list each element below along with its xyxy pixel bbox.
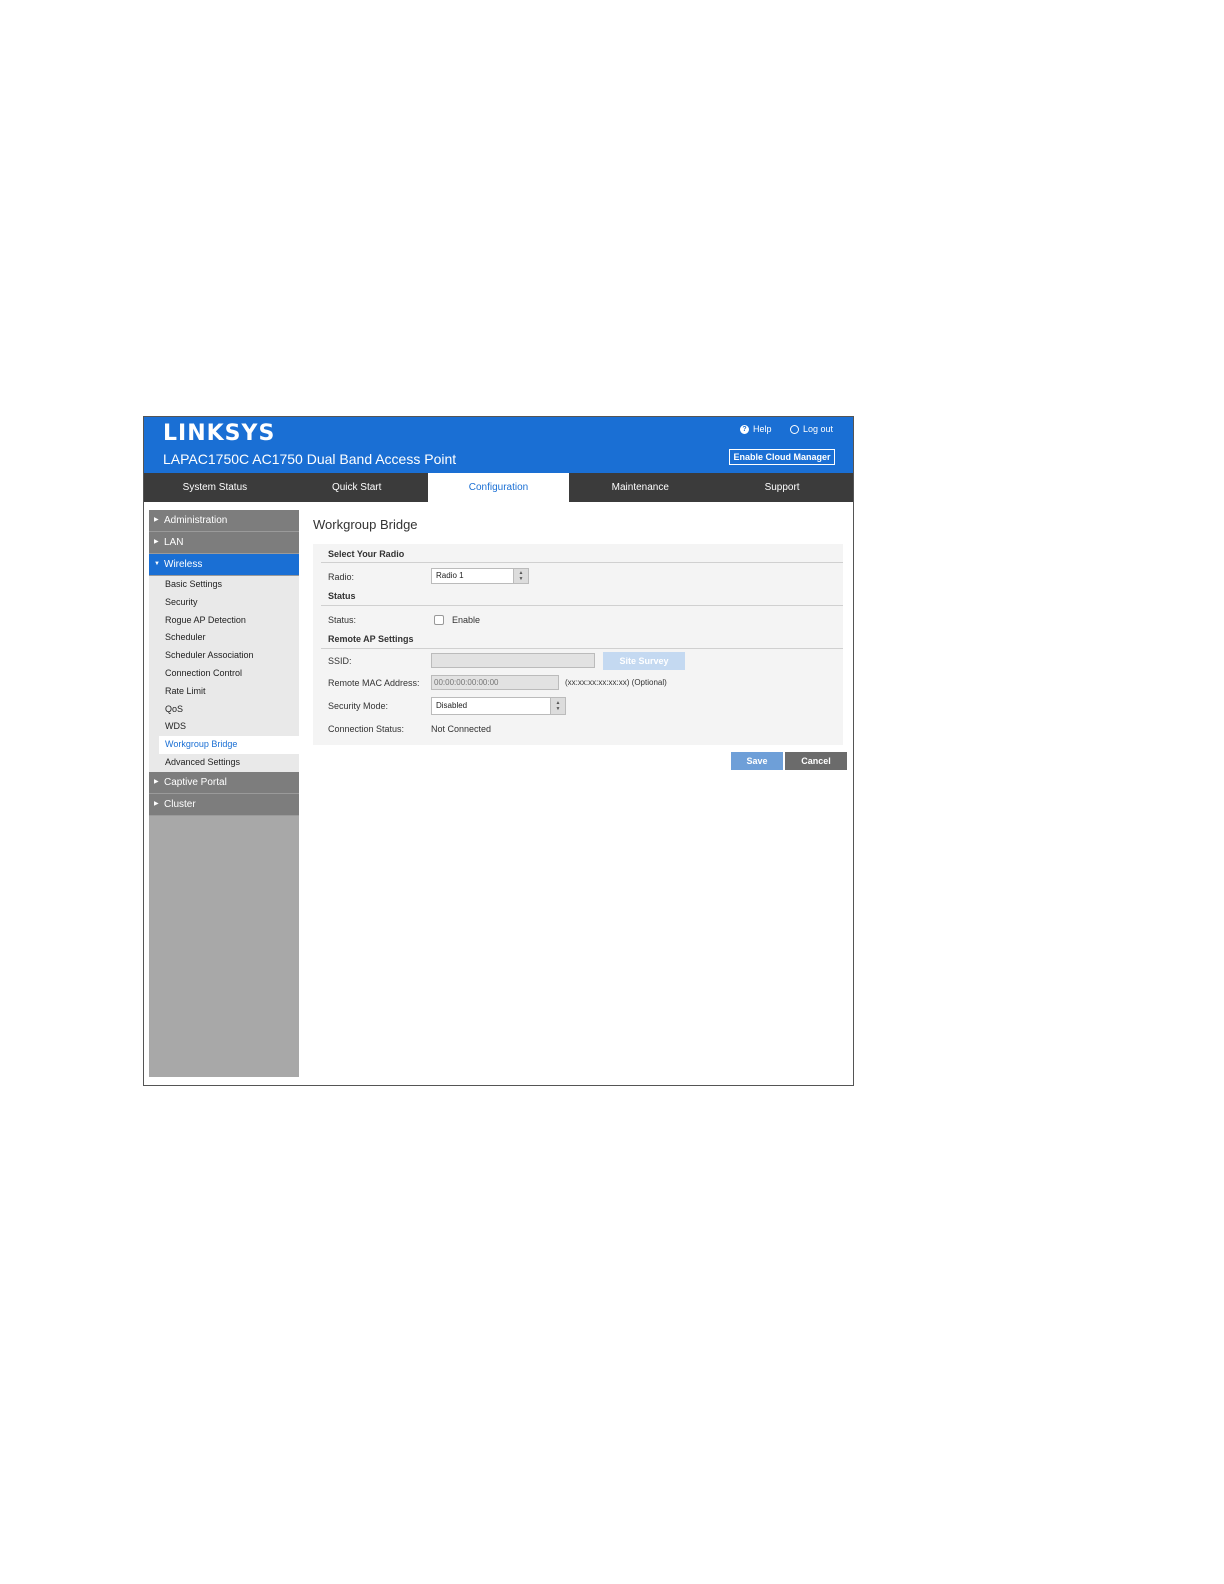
sidebar-item-scheduler-association[interactable]: Scheduler Association (149, 647, 299, 665)
connection-status-label: Connection Status: (328, 724, 405, 734)
divider (321, 648, 843, 649)
connection-status-value: Not Connected (431, 724, 492, 734)
spinner-arrows-icon: ▲ ▼ (513, 569, 528, 583)
sidebar-item-advanced-settings[interactable]: Advanced Settings (149, 754, 299, 772)
sidebar-group-captive-portal[interactable]: ▶ Captive Portal (149, 771, 299, 794)
enable-label: Enable (452, 615, 481, 625)
sidebar-item-qos[interactable]: QoS (149, 701, 299, 719)
sidebar-item-wds[interactable]: WDS (149, 718, 299, 736)
sidebar-group-label: Administration (164, 515, 228, 526)
ssid-input[interactable] (431, 653, 595, 668)
divider (321, 562, 843, 563)
ssid-label: SSID: (328, 656, 352, 666)
sidebar-item-workgroup-bridge[interactable]: Workgroup Bridge (159, 736, 299, 754)
sidebar-group-label: Cluster (164, 798, 196, 810)
security-mode-value: Disabled (436, 701, 468, 710)
sidebar-item-connection-control[interactable]: Connection Control (149, 665, 299, 683)
section-heading-radio: Select Your Radio (328, 549, 405, 559)
spinner-arrows-icon: ▲ ▼ (550, 698, 565, 714)
linksys-logo: LINKSYS (163, 421, 276, 446)
tab-support[interactable]: Support (711, 473, 853, 502)
mac-format-hint: (xx:xx:xx:xx:xx:xx) (Optional) (565, 678, 667, 687)
logout-label: Log out (803, 424, 834, 434)
tab-system-status[interactable]: System Status (144, 473, 286, 502)
chevron-right-icon: ▶ (154, 778, 159, 785)
site-survey-button[interactable]: Site Survey (603, 652, 685, 670)
radio-label: Radio: (328, 572, 355, 582)
sidebar-group-label: Wireless (164, 559, 203, 570)
radio-select[interactable]: Radio 1 ▲ ▼ (431, 568, 529, 584)
chevron-down-icon: ▼ (154, 561, 160, 567)
remote-mac-input[interactable]: 00:00:00:00:00:00 (431, 675, 559, 690)
sidebar-group-label: Captive Portal (164, 776, 227, 788)
settings-panel: Select Your Radio Radio: Radio 1 ▲ ▼ Stat… (313, 544, 843, 745)
tab-quick-start[interactable]: Quick Start (286, 473, 428, 502)
chevron-right-icon: ▶ (154, 539, 159, 545)
security-mode-select[interactable]: Disabled ▲ ▼ (431, 697, 566, 715)
tab-configuration[interactable]: Configuration (427, 473, 570, 502)
sidebar-group-administration[interactable]: ▶ Administration (149, 510, 299, 532)
help-link[interactable]: ? Help (740, 424, 772, 434)
enable-checkbox[interactable] (434, 615, 444, 625)
section-heading-status: Status (328, 591, 356, 601)
enable-cloud-manager-button[interactable]: Enable Cloud Manager (729, 449, 835, 465)
router-admin-window: LINKSYS LAPAC1750C AC1750 Dual Band Acce… (143, 416, 854, 1086)
sidebar-item-basic-settings[interactable]: Basic Settings (149, 576, 299, 594)
sidebar-item-security[interactable]: Security (149, 594, 299, 612)
sidebar-item-scheduler[interactable]: Scheduler (149, 629, 299, 647)
sidebar-item-rogue-ap-detection[interactable]: Rogue AP Detection (149, 612, 299, 630)
help-icon: ? (740, 424, 749, 434)
power-icon (790, 424, 799, 434)
sidebar-group-lan[interactable]: ▶ LAN (149, 532, 299, 554)
security-mode-label: Security Mode: (328, 701, 389, 711)
page-title: Workgroup Bridge (313, 517, 418, 532)
status-label: Status: (328, 615, 357, 625)
sidebar-item-rate-limit[interactable]: Rate Limit (149, 683, 299, 701)
radio-select-value: Radio 1 (436, 571, 464, 580)
save-button[interactable]: Save (731, 752, 783, 770)
wireless-submenu: Basic Settings Security Rogue AP Detecti… (149, 576, 299, 772)
logout-link[interactable]: Log out (790, 424, 833, 434)
section-heading-remote-ap: Remote AP Settings (328, 634, 414, 644)
sidebar-group-label: LAN (164, 537, 184, 548)
cancel-button[interactable]: Cancel (785, 752, 847, 770)
sidebar-group-cluster[interactable]: ▶ Cluster (149, 793, 299, 816)
help-label: Help (753, 424, 772, 434)
main-tabs: System Status Quick Start Configuration … (144, 473, 853, 502)
chevron-right-icon: ▶ (154, 800, 159, 807)
product-name: LAPAC1750C AC1750 Dual Band Access Point (163, 451, 457, 467)
remote-mac-label: Remote MAC Address: (328, 678, 420, 688)
sidebar: ▶ Administration ▶ LAN ▼ Wireless Basic … (149, 510, 299, 1077)
divider (321, 605, 843, 606)
sidebar-group-wireless[interactable]: ▼ Wireless (149, 554, 299, 576)
tab-maintenance[interactable]: Maintenance (569, 473, 711, 502)
header-bar: LINKSYS LAPAC1750C AC1750 Dual Band Acce… (144, 417, 853, 473)
chevron-right-icon: ▶ (154, 517, 159, 523)
